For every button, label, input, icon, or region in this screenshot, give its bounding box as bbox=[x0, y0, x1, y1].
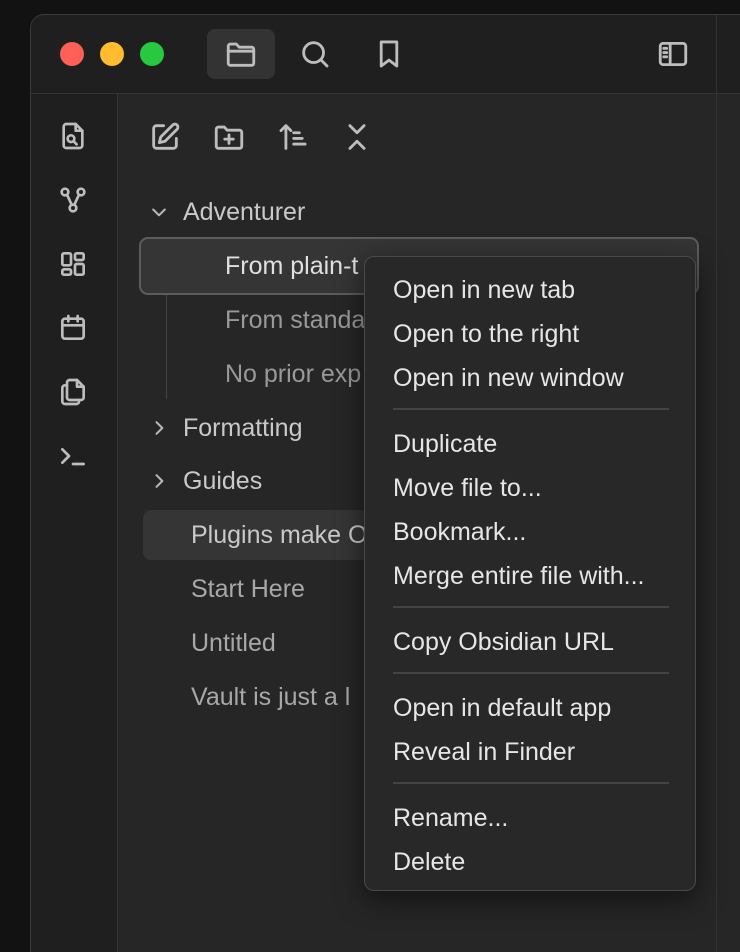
graph-view-button[interactable] bbox=[53, 180, 93, 220]
title-bar bbox=[31, 15, 740, 94]
menu-open-in-default-app[interactable]: Open in default app bbox=[393, 688, 611, 728]
title-divider bbox=[716, 15, 717, 94]
menu-copy-obsidian-url[interactable]: Copy Obsidian URL bbox=[393, 622, 614, 662]
new-note-button[interactable] bbox=[143, 115, 187, 159]
file-label: Vault is just a l bbox=[191, 682, 351, 711]
command-palette-button[interactable] bbox=[53, 436, 93, 476]
daily-note-button[interactable] bbox=[53, 308, 93, 348]
menu-open-in-new-tab[interactable]: Open in new tab bbox=[393, 270, 575, 310]
menu-delete[interactable]: Delete bbox=[393, 842, 465, 882]
file-no-prior-experience[interactable]: No prior exp bbox=[225, 354, 365, 394]
menu-rename[interactable]: Rename... bbox=[393, 798, 508, 838]
tab-bookmarks[interactable] bbox=[355, 29, 423, 79]
collapse-all-button[interactable] bbox=[335, 115, 379, 159]
tab-search[interactable] bbox=[281, 29, 349, 79]
bookmark-icon bbox=[379, 40, 399, 68]
folder-adventurer[interactable]: Adventurer bbox=[149, 192, 409, 232]
menu-separator bbox=[393, 672, 669, 674]
search-icon bbox=[302, 41, 329, 68]
file-label: Plugins make O bbox=[191, 520, 368, 549]
file-label: From standa bbox=[225, 305, 365, 334]
file-label: No prior exp bbox=[225, 359, 362, 388]
folder-label: Adventurer bbox=[183, 197, 306, 226]
folder-formatting[interactable]: Formatting bbox=[149, 408, 369, 448]
left-ribbon bbox=[31, 94, 118, 952]
quick-switcher-button[interactable] bbox=[53, 116, 93, 156]
command-palette-terminal-icon bbox=[61, 448, 85, 466]
menu-move-file-to[interactable]: Move file to... bbox=[393, 468, 542, 508]
new-folder-icon bbox=[214, 125, 244, 150]
chevron-down-icon bbox=[149, 202, 183, 222]
menu-bookmark[interactable]: Bookmark... bbox=[393, 512, 526, 552]
menu-open-in-new-window[interactable]: Open in new window bbox=[393, 358, 624, 398]
new-note-icon bbox=[152, 122, 180, 150]
maximize-window-button[interactable] bbox=[140, 42, 164, 66]
file-from-standard[interactable]: From standa bbox=[225, 300, 365, 340]
menu-open-to-the-right[interactable]: Open to the right bbox=[393, 314, 579, 354]
sort-icon bbox=[279, 124, 307, 150]
tab-files[interactable] bbox=[207, 29, 275, 79]
close-window-button[interactable] bbox=[60, 42, 84, 66]
menu-merge-entire-file-with[interactable]: Merge entire file with... bbox=[393, 556, 645, 596]
canvas-button[interactable] bbox=[53, 244, 93, 284]
menu-duplicate[interactable]: Duplicate bbox=[393, 424, 497, 464]
folder-label: Guides bbox=[183, 466, 263, 495]
templates-copy-icon bbox=[61, 378, 85, 406]
folder-icon bbox=[226, 42, 256, 67]
menu-separator bbox=[393, 408, 669, 410]
pane-divider bbox=[716, 94, 717, 952]
file-label: Start Here bbox=[191, 574, 305, 603]
file-context-menu: Open in new tab Open to the right Open i… bbox=[364, 256, 696, 891]
file-plugins-make-obsidian[interactable]: Plugins make O bbox=[143, 510, 383, 560]
open-quick-switcher-icon bbox=[62, 122, 84, 150]
graph-view-icon bbox=[60, 187, 86, 213]
canvas-icon bbox=[61, 251, 85, 276]
new-folder-button[interactable] bbox=[207, 115, 251, 159]
menu-separator bbox=[393, 606, 669, 608]
sort-button[interactable] bbox=[271, 115, 315, 159]
file-label: From plain-t bbox=[225, 251, 359, 280]
file-vault-is-just-a-local-folder[interactable]: Vault is just a l bbox=[191, 677, 371, 717]
templates-button[interactable] bbox=[53, 372, 93, 412]
minimize-window-button[interactable] bbox=[100, 42, 124, 66]
menu-reveal-in-finder[interactable]: Reveal in Finder bbox=[393, 732, 575, 772]
sidebar-toggle-icon bbox=[658, 41, 688, 67]
daily-note-calendar-icon bbox=[61, 314, 85, 340]
file-start-here[interactable]: Start Here bbox=[191, 569, 371, 609]
toggle-sidebar-button[interactable] bbox=[639, 29, 707, 79]
chevron-right-icon bbox=[149, 418, 183, 438]
folder-guides[interactable]: Guides bbox=[149, 461, 369, 501]
chevron-right-icon bbox=[149, 471, 183, 491]
file-label: Untitled bbox=[191, 628, 276, 657]
file-untitled[interactable]: Untitled bbox=[191, 623, 371, 663]
menu-separator bbox=[393, 782, 669, 784]
folder-label: Formatting bbox=[183, 413, 303, 442]
collapse-all-icon bbox=[348, 124, 366, 150]
